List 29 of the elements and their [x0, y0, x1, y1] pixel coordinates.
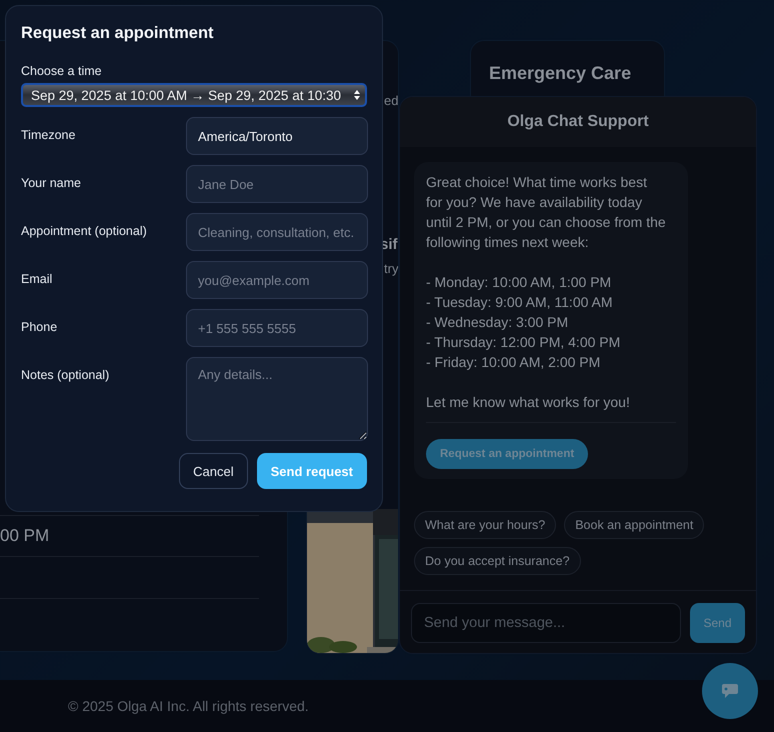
field-label: Your name [21, 175, 82, 190]
input-field[interactable]: America/Toronto [186, 117, 368, 155]
chat-title: Olga Chat Support [400, 97, 756, 147]
suggestion-chip[interactable]: Do you accept insurance? [414, 547, 581, 575]
time-slot-text: 00 PM [0, 515, 259, 557]
field-label: Email [21, 271, 54, 286]
input-field[interactable]: Cleaning, consultation, etc. [186, 213, 368, 251]
message-input[interactable]: Send your message... [411, 603, 681, 643]
input-field[interactable]: +1 555 555 5555 [186, 309, 368, 347]
field-label: Notes (optional) [21, 367, 110, 382]
chat-bubble-icon [721, 683, 739, 699]
input-field[interactable]: you@example.com [186, 261, 368, 299]
cancel-button[interactable]: Cancel [179, 453, 248, 489]
field-label: Appointment (optional) [21, 223, 148, 238]
notes-field[interactable]: Any details... [186, 357, 368, 441]
time-select[interactable]: Sep 29, 2025 at 10:00 AM → Sep 29, 2025 at 10:30 [21, 83, 367, 107]
message-text: Great choice! What time works best for you? We have availability today until 2 PM, or you can choose from the following times next week: - Monday: 10:00 AM, 1:00 PM - Tuesday: 9:00 AM, 11:00 AM - Wednesday: 3:00 PM - Thursday: 12:00 PM, 4:00 PM - Friday: 10:00 AM, 2:00 PM Let me know what works for you! [426, 172, 676, 423]
footer-copyright: © 2025 Olga AI Inc. All rights reserved. [68, 698, 309, 714]
input-field[interactable]: Jane Doe [186, 165, 368, 203]
select-arrows-icon [353, 89, 361, 101]
card-text: try [384, 261, 398, 276]
field-label: Phone [21, 319, 58, 334]
card-title: Emergency Care [489, 63, 632, 84]
field-label: Timezone [21, 127, 76, 142]
card-text: ed [384, 93, 398, 108]
suggestion-chip[interactable]: What are your hours? [414, 511, 556, 539]
field-label: Choose a time [21, 64, 103, 78]
suggestion-chip[interactable]: Book an appointment [564, 511, 704, 539]
dialog-title: Request an appointment [21, 24, 215, 44]
